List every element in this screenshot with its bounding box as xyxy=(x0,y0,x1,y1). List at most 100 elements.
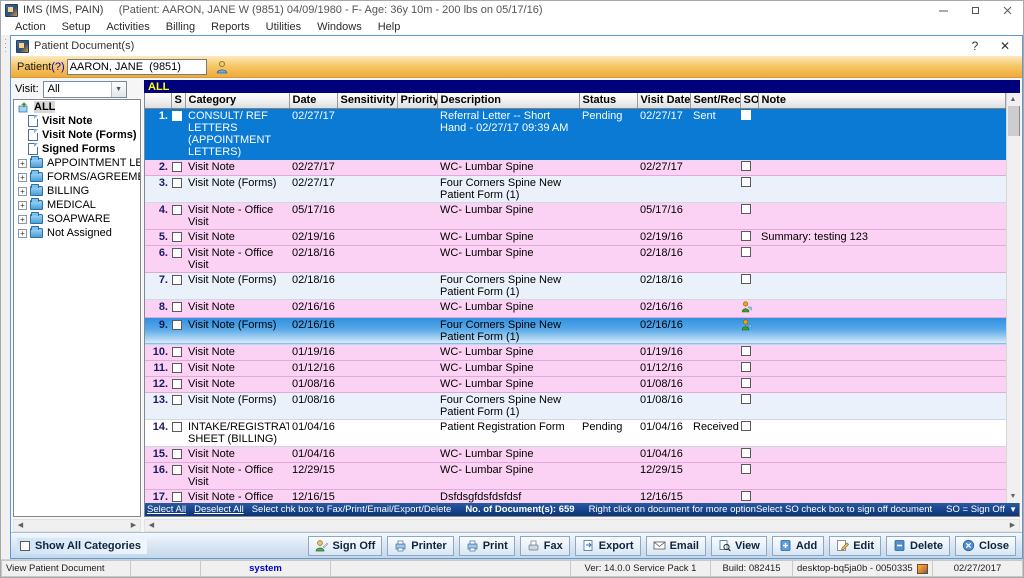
row-select-cell[interactable] xyxy=(171,489,185,503)
checkbox-icon[interactable] xyxy=(741,464,751,474)
print-button[interactable]: Print xyxy=(459,536,515,556)
checkbox-icon[interactable] xyxy=(172,363,182,373)
table-row[interactable]: 14.INTAKE/REGISTRATION SHEET (BILLING)01… xyxy=(145,419,1006,446)
help-button[interactable]: ? xyxy=(960,36,990,56)
row-select-cell[interactable] xyxy=(171,159,185,175)
checkbox-icon[interactable] xyxy=(172,395,182,405)
checkbox-icon[interactable] xyxy=(172,492,182,502)
row-select-cell[interactable] xyxy=(171,317,185,344)
table-row[interactable]: 13.Visit Note (Forms)01/08/16Four Corner… xyxy=(145,392,1006,419)
table-row[interactable]: 3.Visit Note (Forms)02/27/17Four Corners… xyxy=(145,175,1006,202)
checkbox-icon[interactable] xyxy=(741,161,751,171)
column-header-description[interactable]: Description xyxy=(437,93,579,108)
checkbox-icon[interactable] xyxy=(172,422,182,432)
cell-sign-off[interactable] xyxy=(740,462,758,489)
menu-item-help[interactable]: Help xyxy=(370,19,409,35)
checkbox-icon[interactable] xyxy=(172,111,182,121)
tree-node-billing[interactable]: + BILLING xyxy=(14,184,140,198)
row-select-cell[interactable] xyxy=(171,108,185,159)
cell-sign-off[interactable] xyxy=(740,344,758,360)
row-select-cell[interactable] xyxy=(171,272,185,299)
show-all-categories-checkbox[interactable]: Show All Categories xyxy=(17,538,147,554)
cell-sign-off[interactable] xyxy=(740,229,758,245)
checkbox-icon[interactable] xyxy=(741,247,751,257)
scroll-right-icon[interactable]: ▶ xyxy=(127,520,140,531)
checkbox-icon[interactable] xyxy=(741,421,751,431)
row-select-cell[interactable] xyxy=(171,419,185,446)
checkbox-icon[interactable] xyxy=(20,541,30,551)
select-all-link[interactable]: Select All xyxy=(147,504,186,515)
fax-button[interactable]: Fax xyxy=(520,536,570,556)
cell-sign-off[interactable] xyxy=(740,317,758,344)
table-row[interactable]: 15.Visit Note01/04/16WC- Lumbar Spine01/… xyxy=(145,446,1006,462)
menu-item-windows[interactable]: Windows xyxy=(309,19,370,35)
cell-sign-off[interactable] xyxy=(740,360,758,376)
signed-person-icon[interactable] xyxy=(741,319,752,331)
table-row[interactable]: 8.Visit Note02/16/16WC- Lumbar Spine02/1… xyxy=(145,299,1006,317)
cell-sign-off[interactable] xyxy=(740,489,758,503)
table-row[interactable]: 5.Visit Note02/19/16WC- Lumbar Spine02/1… xyxy=(145,229,1006,245)
cell-sign-off[interactable] xyxy=(740,202,758,229)
menu-item-action[interactable]: Action xyxy=(7,19,54,35)
table-row[interactable]: 6.Visit Note - Office Visit02/18/16WC- L… xyxy=(145,245,1006,272)
export-button[interactable]: Export xyxy=(575,536,641,556)
scrollbar-track[interactable] xyxy=(27,520,127,531)
checkbox-icon[interactable] xyxy=(172,320,182,330)
tree-node-appointment-letter[interactable]: + APPOINTMENT LETTER xyxy=(14,156,140,170)
cell-sign-off[interactable] xyxy=(740,446,758,462)
cell-sign-off[interactable] xyxy=(740,299,758,317)
checkbox-icon[interactable] xyxy=(172,465,182,475)
scroll-right-icon[interactable]: ▶ xyxy=(1006,520,1019,531)
tab-all[interactable]: ALL xyxy=(148,81,169,93)
row-select-cell[interactable] xyxy=(171,344,185,360)
column-header-so[interactable]: SO xyxy=(740,93,758,108)
tree-node-not-assigned[interactable]: + Not Assigned xyxy=(14,226,140,240)
column-header-visit-date[interactable]: Visit Date xyxy=(637,93,690,108)
column-header-sensitivity[interactable]: Sensitivity xyxy=(337,93,397,108)
expand-icon[interactable]: + xyxy=(18,215,27,224)
scrollbar-track[interactable] xyxy=(158,520,1006,531)
close-button-toolbar[interactable]: Close xyxy=(955,536,1016,556)
row-select-cell[interactable] xyxy=(171,462,185,489)
close-button[interactable] xyxy=(991,1,1023,19)
scroll-left-icon[interactable]: ◀ xyxy=(145,520,158,531)
column-header-note[interactable]: Note xyxy=(758,93,1006,108)
checkbox-icon[interactable] xyxy=(741,394,751,404)
patient-input[interactable] xyxy=(67,59,207,75)
maximize-button[interactable] xyxy=(959,1,991,19)
column-header-category[interactable]: Category xyxy=(185,93,289,108)
grid-horizontal-scrollbar[interactable]: ◀ ▶ xyxy=(144,519,1020,532)
tree-node-forms-agreement[interactable]: + FORMS/AGREEMENT xyxy=(14,170,140,184)
checkbox-icon[interactable] xyxy=(172,379,182,389)
expand-icon[interactable]: + xyxy=(18,201,27,210)
visit-filter-select[interactable]: All ▼ xyxy=(43,81,127,98)
tree-node-signed-forms[interactable]: Signed Forms xyxy=(14,142,140,156)
category-tree[interactable]: ALL Visit Note Visit Note (Forms) xyxy=(13,99,141,517)
checkbox-icon[interactable] xyxy=(741,362,751,372)
cell-sign-off[interactable] xyxy=(740,175,758,202)
row-select-cell[interactable] xyxy=(171,175,185,202)
checkbox-icon[interactable] xyxy=(172,275,182,285)
column-header-status[interactable]: Status xyxy=(579,93,637,108)
expand-icon[interactable]: + xyxy=(18,159,27,168)
checkbox-icon[interactable] xyxy=(172,162,182,172)
checkbox-icon[interactable] xyxy=(741,204,751,214)
printer-button[interactable]: Printer xyxy=(387,536,453,556)
table-row[interactable]: 16.Visit Note - Office Visit12/29/15WC- … xyxy=(145,462,1006,489)
row-select-cell[interactable] xyxy=(171,376,185,392)
column-header-sent-rec[interactable]: Sent/Rec xyxy=(690,93,740,108)
checkbox-icon[interactable] xyxy=(172,449,182,459)
scroll-up-icon[interactable]: ▲ xyxy=(1007,93,1020,106)
tree-node-visit-note-forms[interactable]: Visit Note (Forms) xyxy=(14,128,140,142)
checkbox-icon[interactable] xyxy=(741,231,751,241)
edit-button[interactable]: Edit xyxy=(829,536,881,556)
checkbox-icon[interactable] xyxy=(172,302,182,312)
cell-sign-off[interactable] xyxy=(740,272,758,299)
checkbox-icon[interactable] xyxy=(172,248,182,258)
tree-node-medical[interactable]: + MEDICAL xyxy=(14,198,140,212)
row-select-cell[interactable] xyxy=(171,202,185,229)
checkbox-icon[interactable] xyxy=(741,346,751,356)
checkbox-icon[interactable] xyxy=(741,274,751,284)
cell-sign-off[interactable] xyxy=(740,108,758,159)
scrollbar-track[interactable] xyxy=(1007,136,1020,490)
